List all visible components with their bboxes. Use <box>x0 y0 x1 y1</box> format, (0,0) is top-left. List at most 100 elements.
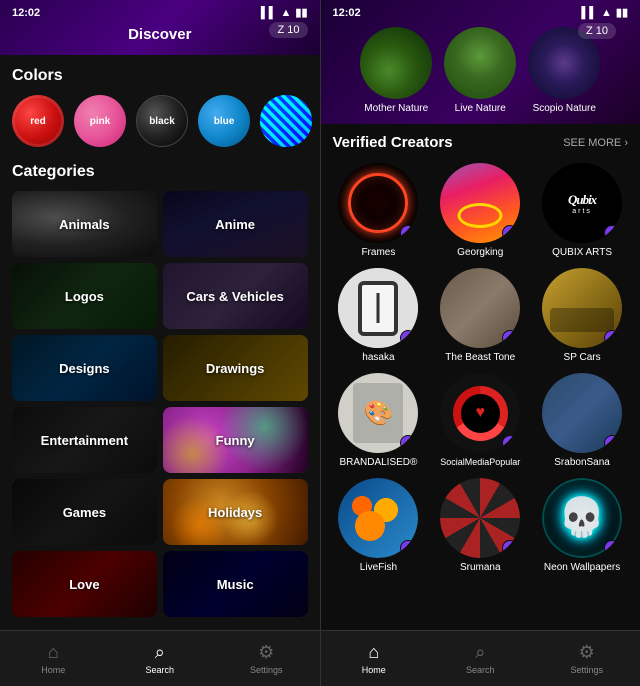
status-bar-right: 12:02 ▌▌ ▲ ▮▮ <box>333 6 629 19</box>
nav-label-settings-right: Settings <box>570 665 603 675</box>
category-entertainment[interactable]: Entertainment <box>12 407 157 473</box>
category-label-entertainment: Entertainment <box>41 433 128 448</box>
color-item-pink[interactable]: pink <box>74 95 126 147</box>
nav-home-right[interactable]: ⌂ Home <box>321 631 428 686</box>
nav-label-settings-left: Settings <box>250 665 283 675</box>
creator-social[interactable]: ♥ ✓ SocialMediaPopular <box>434 373 526 468</box>
battery-icon-right: ▮▮ <box>616 6 628 19</box>
color-label-blue: blue <box>214 116 235 127</box>
color-circle-pink[interactable]: pink <box>74 95 126 147</box>
category-anime[interactable]: Anime <box>163 191 308 257</box>
category-music[interactable]: Music <box>163 551 308 617</box>
creator-name-srumana: Srumana <box>460 562 501 573</box>
home-icon-left: ⌂ <box>48 642 59 663</box>
category-label-animals: Animals <box>59 217 110 232</box>
verified-title: Verified Creators <box>333 134 453 151</box>
creator-sp[interactable]: ✓ SP Cars <box>536 268 628 363</box>
color-label-pink: pink <box>90 116 111 127</box>
category-funny[interactable]: Funny <box>163 407 308 473</box>
color-label-black: black <box>149 116 175 127</box>
creator-brand[interactable]: 🎨 ✓ BRANDALISED® <box>333 373 425 468</box>
category-label-drawings: Drawings <box>206 361 265 376</box>
category-games[interactable]: Games <box>12 479 157 545</box>
creator-frames[interactable]: ✓ Frames <box>333 163 425 258</box>
color-item-black[interactable]: black <box>136 95 188 147</box>
creator-name-srabon: SrabonSana <box>554 457 610 468</box>
creator-hasaka[interactable]: ✓ hasaka <box>333 268 425 363</box>
creator-name-livefish: LiveFish <box>360 562 397 573</box>
category-cars[interactable]: Cars & Vehicles <box>163 263 308 329</box>
nature-label-live: Live Nature <box>455 103 506 114</box>
nature-item-mother[interactable]: Mother Nature <box>360 27 432 114</box>
nav-search-right[interactable]: ⌕ Search <box>427 631 534 686</box>
nature-item-live[interactable]: Live Nature <box>444 27 516 114</box>
avatar-srumana: ✓ <box>440 478 520 558</box>
time-left: 12:02 <box>12 7 40 19</box>
category-love[interactable]: Love <box>12 551 157 617</box>
search-icon-left: ⌕ <box>155 642 165 663</box>
wifi-icon: ▲ <box>281 7 292 19</box>
creator-qubix[interactable]: Qubix arts ✓ QUBIX ARTS <box>536 163 628 258</box>
category-logos[interactable]: Logos <box>12 263 157 329</box>
creator-srabon[interactable]: ✓ SrabonSana <box>536 373 628 468</box>
creator-srumana[interactable]: ✓ Srumana <box>434 478 526 573</box>
color-item-red[interactable]: red <box>12 95 64 147</box>
discover-title: Discover <box>128 26 191 43</box>
colors-row: red pink black blue <box>12 95 308 147</box>
verified-check-livefish: ✓ <box>400 540 416 556</box>
creator-beast[interactable]: ✓ The Beast Tone <box>434 268 526 363</box>
color-circle-blue[interactable]: blue <box>198 95 250 147</box>
verified-check-neon: ✓ <box>604 540 620 556</box>
nav-label-home-left: Home <box>41 665 65 675</box>
nav-settings-right[interactable]: ⚙ Settings <box>534 631 640 686</box>
status-icons-right: ▌▌ ▲ ▮▮ <box>581 6 628 19</box>
nav-label-home-right: Home <box>362 665 386 675</box>
nav-label-search-left: Search <box>145 665 174 675</box>
creators-grid: ✓ Frames ✓ Georgking Qubix arts <box>333 163 629 573</box>
nature-label-mother: Mother Nature <box>364 103 428 114</box>
creator-georgking[interactable]: ✓ Georgking <box>434 163 526 258</box>
avatar-hasaka: ✓ <box>338 268 418 348</box>
status-bar-left: 12:02 ▌▌ ▲ ▮▮ <box>12 6 308 19</box>
creator-neon[interactable]: 💀 ✓ Neon Wallpapers <box>536 478 628 573</box>
category-animals[interactable]: Animals <box>12 191 157 257</box>
category-drawings[interactable]: Drawings <box>163 335 308 401</box>
nav-search-left[interactable]: ⌕ Search <box>107 631 214 686</box>
color-item-blue[interactable]: blue <box>198 95 250 147</box>
nature-item-scopio[interactable]: Scopio Nature <box>528 27 600 114</box>
see-more-button[interactable]: SEE MORE › <box>563 137 628 149</box>
color-circle-red[interactable]: red <box>12 95 64 147</box>
nature-row-wrapper: Z 10 Mother Nature Live Nature <box>333 23 629 114</box>
settings-icon-right: ⚙ <box>579 642 595 663</box>
creator-livefish[interactable]: ✓ LiveFish <box>333 478 425 573</box>
nav-home-left[interactable]: ⌂ Home <box>0 631 107 686</box>
avatar-livefish: ✓ <box>338 478 418 558</box>
color-item-more[interactable] <box>260 95 312 147</box>
home-icon-right: ⌂ <box>368 642 379 663</box>
category-designs[interactable]: Designs <box>12 335 157 401</box>
left-header: 12:02 ▌▌ ▲ ▮▮ Discover Z 10 <box>0 0 320 55</box>
creator-name-sp: SP Cars <box>564 352 601 363</box>
color-circle-black[interactable]: black <box>136 95 188 147</box>
verified-check-qubix: ✓ <box>604 225 620 241</box>
bottom-nav-right: ⌂ Home ⌕ Search ⚙ Settings <box>321 630 640 686</box>
category-holidays[interactable]: Holidays <box>163 479 308 545</box>
settings-icon-left: ⚙ <box>258 642 274 663</box>
nav-settings-left[interactable]: ⚙ Settings <box>213 631 320 686</box>
bottom-nav-left: ⌂ Home ⌕ Search ⚙ Settings <box>0 630 320 686</box>
avatar-social: ♥ ✓ <box>440 373 520 453</box>
battery-icon: ▮▮ <box>295 6 307 19</box>
creator-name-georg: Georgking <box>457 247 503 258</box>
category-label-music: Music <box>217 577 254 592</box>
signal-icon: ▌▌ <box>261 7 277 19</box>
colors-section-title: Colors <box>12 67 308 85</box>
z-badge-right: Z 10 <box>578 23 616 39</box>
creator-name-frames: Frames <box>361 247 395 258</box>
right-panel: 12:02 ▌▌ ▲ ▮▮ Z 10 Mother Nature <box>321 0 640 686</box>
category-label-funny: Funny <box>216 433 255 448</box>
color-circle-more[interactable] <box>260 95 312 147</box>
creator-name-social: SocialMediaPopular <box>440 457 520 467</box>
category-label-logos: Logos <box>65 289 104 304</box>
creator-name-qubix: QUBIX ARTS <box>552 247 612 258</box>
avatar-brand: 🎨 ✓ <box>338 373 418 453</box>
